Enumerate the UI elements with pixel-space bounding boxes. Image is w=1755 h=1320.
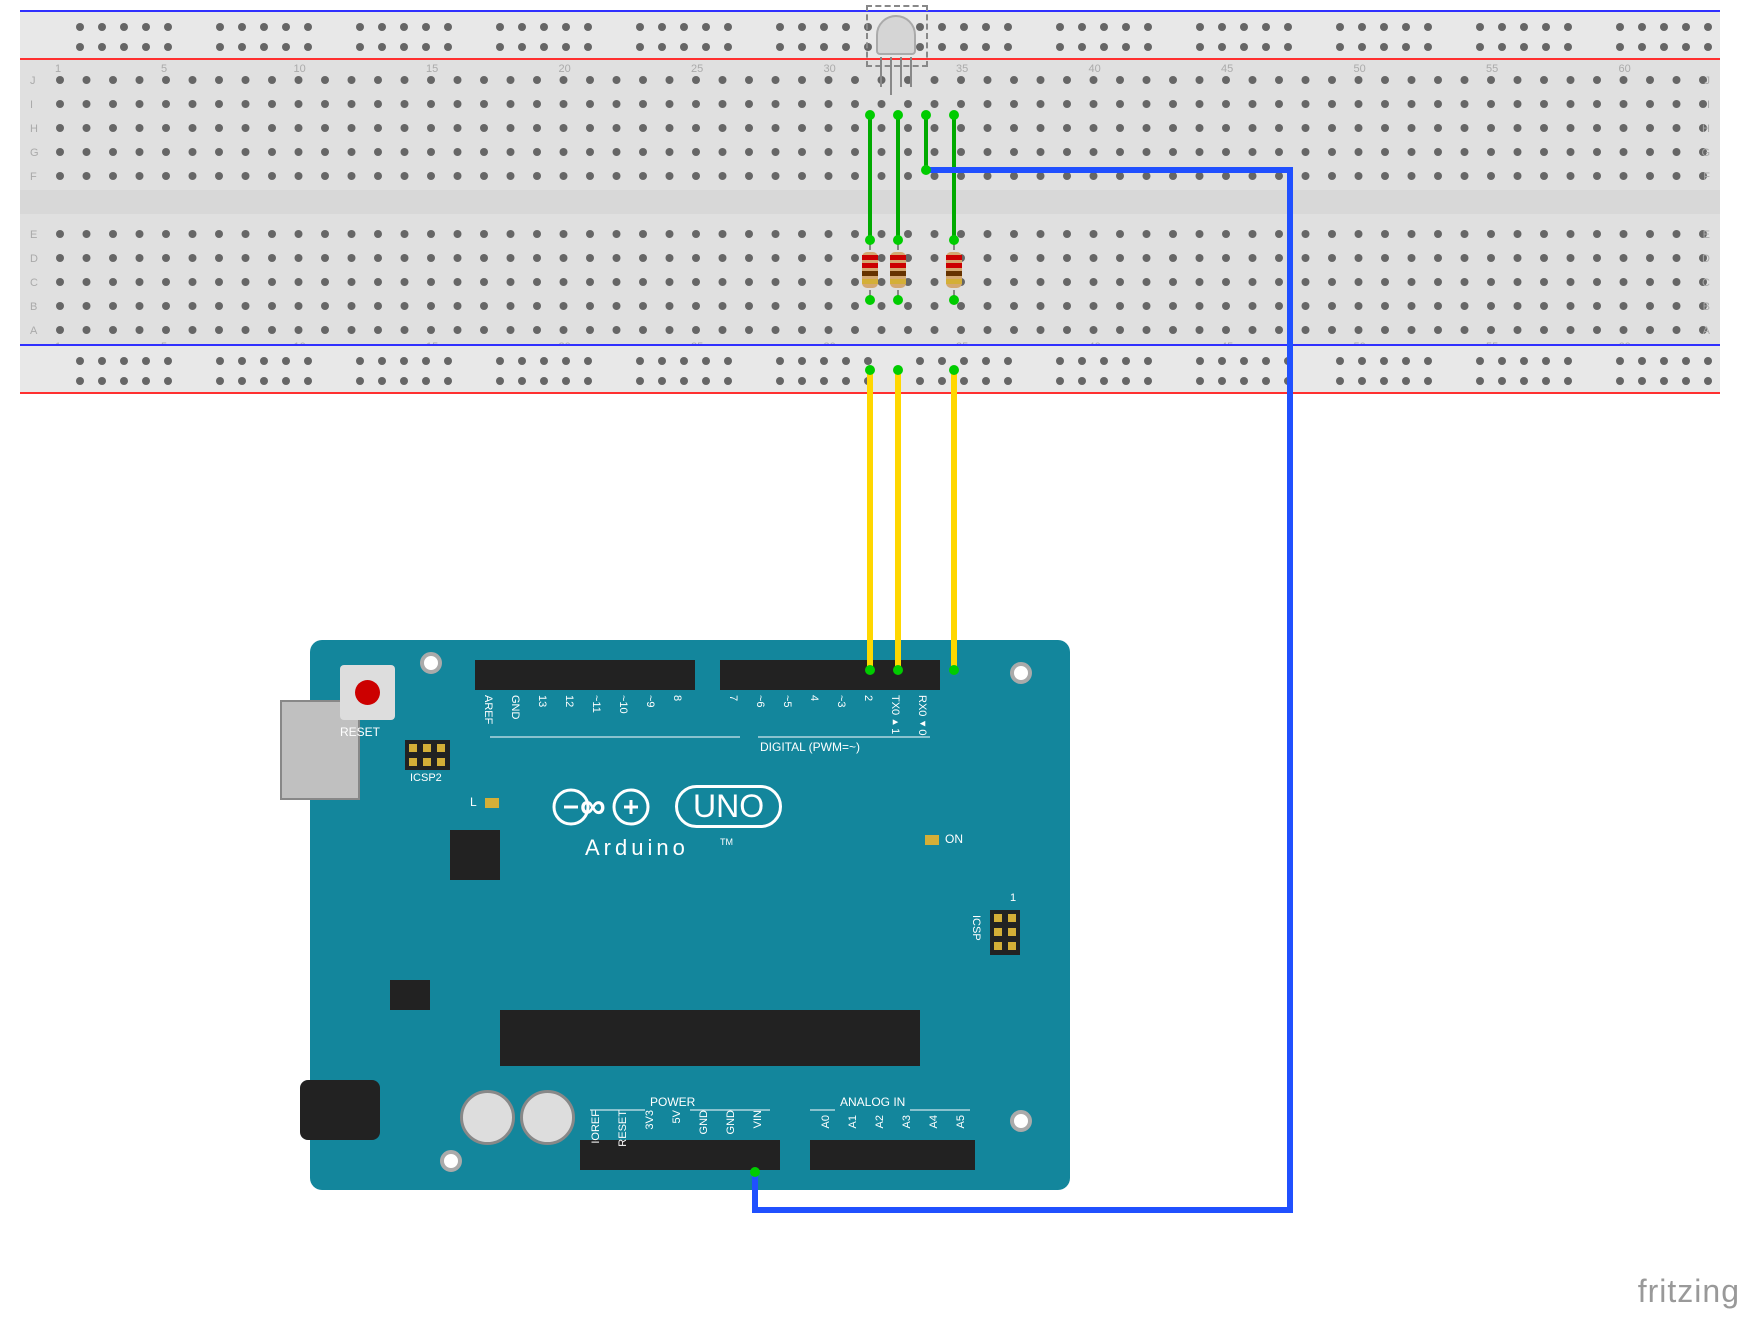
small-chip — [450, 830, 500, 880]
analog-header[interactable] — [810, 1140, 975, 1170]
resistor-2[interactable] — [890, 245, 906, 295]
icsp-header — [990, 910, 1020, 955]
capacitor-2 — [520, 1090, 575, 1145]
resistor-3[interactable] — [946, 245, 962, 295]
reset-button[interactable] — [340, 665, 395, 720]
power-jack — [300, 1080, 380, 1140]
led-l — [485, 798, 499, 808]
digital-header-left[interactable] — [475, 660, 695, 690]
digital-header-right[interactable] — [720, 660, 940, 690]
breadboard: 151015202530354045505560 JJIIHHGGFF EEDD… — [20, 10, 1720, 394]
breadboard-main-top: 151015202530354045505560 JJIIHHGGFF EEDD… — [20, 60, 1720, 344]
reset-label: RESET — [340, 725, 380, 739]
resistor-1[interactable] — [862, 245, 878, 295]
led-on — [925, 835, 939, 845]
atmega-chip — [500, 1010, 920, 1066]
fritzing-watermark: fritzing — [1638, 1273, 1740, 1310]
arduino-name: Arduino — [585, 835, 689, 861]
voltage-regulator — [390, 980, 430, 1010]
icsp2-header — [405, 740, 450, 770]
digital-label: DIGITAL (PWM=~) — [760, 740, 860, 754]
power-label: POWER — [650, 1095, 695, 1109]
capacitor-1 — [460, 1090, 515, 1145]
rgb-led[interactable] — [876, 15, 924, 63]
analog-label: ANALOG IN — [840, 1095, 905, 1109]
icsp2-label: ICSP2 — [410, 772, 442, 784]
arduino-uno[interactable]: RESET ICSP2 AREFGND1312~11~10~987~6~54~3… — [310, 640, 1070, 1190]
breadboard-power-rail-bottom — [20, 344, 1720, 394]
power-header[interactable] — [580, 1140, 780, 1170]
uno-label: UNO — [675, 785, 782, 828]
